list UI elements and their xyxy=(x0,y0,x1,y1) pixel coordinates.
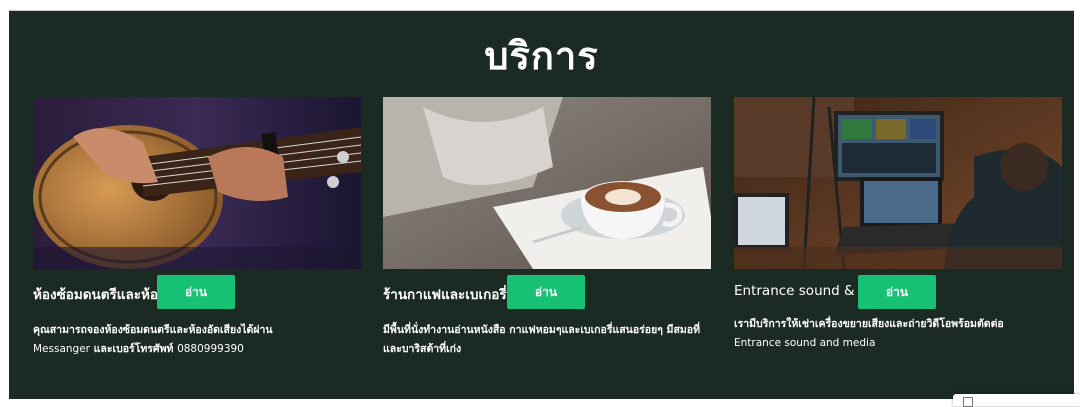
service-card-sound-media: Entrance sound & media เรามีบริการให้เช่… xyxy=(734,97,1062,353)
card-description: เรามีบริการให้เช่าเครื่องขยายเสียงและถ่า… xyxy=(734,318,1004,349)
floating-widget[interactable] xyxy=(953,394,1080,407)
card-description: คุณสามารถจองห้องซ้อมดนตรีและห้องอัดเสียง… xyxy=(33,324,273,355)
section-title: บริการ xyxy=(484,34,599,78)
read-button-music-room[interactable]: อ่าน xyxy=(157,275,235,309)
read-button-cafe[interactable]: อ่าน xyxy=(507,275,585,309)
service-card-cafe: ร้านกาแฟและเบเกอรี่ มีพื้นที่นั่งทำงานอ่… xyxy=(383,97,711,359)
page: บริการ ห้องซ้อมดนตรีและห้องอัดเสียง คุณส… xyxy=(0,0,1080,407)
services-section: บริการ ห้องซ้อมดนตรีและห้องอัดเสียง คุณส… xyxy=(9,10,1074,399)
read-button-sound-media[interactable]: อ่าน xyxy=(858,275,936,309)
card-description: มีพื้นที่นั่งทำงานอ่านหนังสือ กาแฟหอมๆแล… xyxy=(383,324,701,355)
coffee-image xyxy=(383,97,711,269)
media-setup-image xyxy=(734,97,1062,269)
service-card-music-room: ห้องซ้อมดนตรีและห้องอัดเสียง คุณสามารถจอ… xyxy=(33,97,361,359)
guitar-image xyxy=(33,97,361,269)
